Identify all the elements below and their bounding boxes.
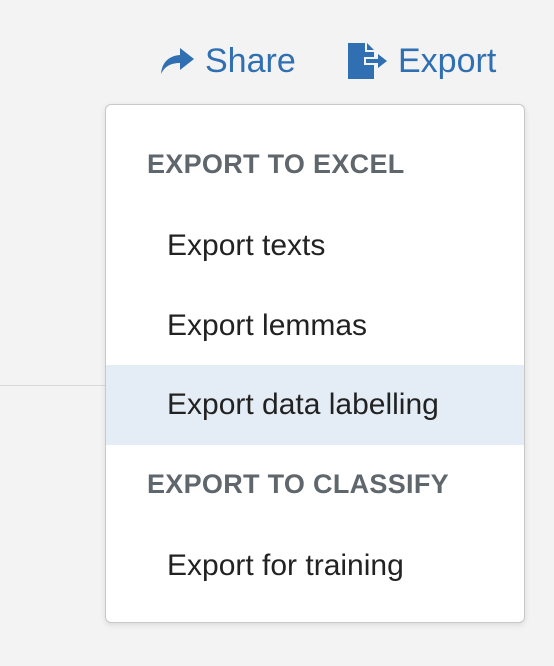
export-label: Export bbox=[398, 41, 497, 80]
export-button[interactable]: Export bbox=[346, 36, 496, 86]
share-label: Share bbox=[205, 41, 296, 80]
menu-item-export-texts[interactable]: Export texts bbox=[106, 206, 524, 286]
share-arrow-icon bbox=[159, 46, 195, 76]
share-button[interactable]: Share bbox=[159, 36, 296, 86]
section-header-classify: EXPORT TO CLASSIFY bbox=[147, 469, 449, 499]
background-divider bbox=[0, 385, 106, 386]
menu-item-export-data-labelling[interactable]: Export data labelling bbox=[106, 365, 524, 445]
section-header-excel: EXPORT TO EXCEL bbox=[147, 149, 405, 179]
menu-item-export-for-training[interactable]: Export for training bbox=[106, 526, 524, 606]
export-dropdown-menu: EXPORT TO EXCEL Export texts Export lemm… bbox=[105, 104, 525, 623]
file-export-icon bbox=[346, 42, 388, 80]
menu-item-export-lemmas[interactable]: Export lemmas bbox=[106, 286, 524, 366]
